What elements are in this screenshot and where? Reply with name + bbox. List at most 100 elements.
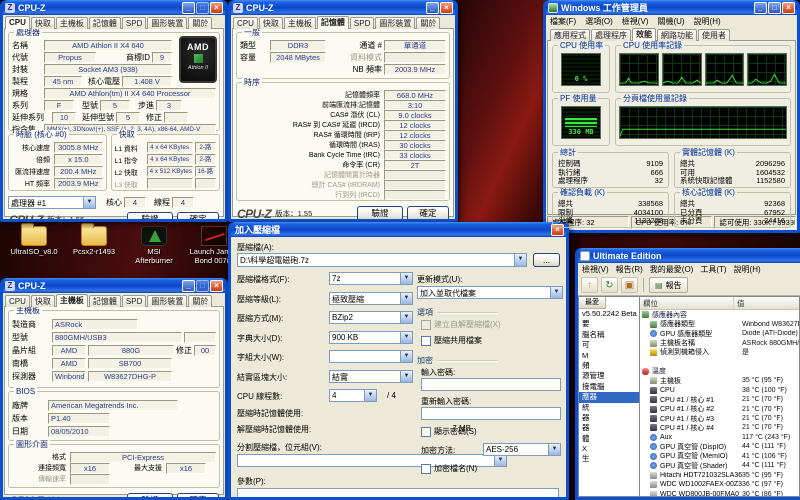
validate-button[interactable]: 驗證: [127, 493, 173, 497]
menu-item[interactable]: 檢視(V): [622, 16, 649, 27]
menu-item[interactable]: 說明(H): [734, 264, 761, 275]
sensor-row[interactable]: GPU 真空管 (MemIO) 41 °C (106 °F): [640, 452, 799, 461]
list-header[interactable]: 欄位 值: [640, 297, 799, 310]
sensor-row[interactable]: CPU #1 / 核心 #4 21 °C (70 °F): [640, 423, 799, 432]
tab[interactable]: 處理程序: [591, 29, 631, 41]
toolbar-back-icon[interactable]: ↑: [581, 277, 598, 293]
nav-tree-item[interactable]: M: [579, 351, 639, 361]
word-size-combo[interactable]: ▼: [329, 350, 413, 363]
tab[interactable]: CPU: [5, 16, 30, 29]
ok-button[interactable]: 確定: [407, 206, 449, 219]
tab[interactable]: 記憶體: [316, 16, 349, 29]
tab[interactable]: SPD: [121, 295, 147, 307]
tab[interactable]: SPD: [349, 17, 375, 29]
tab[interactable]: 應用程式: [550, 29, 590, 41]
sensor-row[interactable]: 感應器內容: [640, 310, 799, 319]
encrypt-names-checkbox[interactable]: 加密檔名(N): [421, 463, 477, 474]
validate-button[interactable]: 驗證: [127, 212, 173, 219]
nav-tree-item[interactable]: 應器: [579, 392, 639, 403]
menu-item[interactable]: 報告(R): [616, 264, 643, 275]
sensor-row[interactable]: CPU #1 / 核心 #2 21 °C (70 °F): [640, 404, 799, 413]
dictionary-size-combo[interactable]: 900 KB ▼: [329, 331, 413, 344]
close-button[interactable]: ×: [782, 1, 795, 14]
sensor-row[interactable]: CPU #1 / 核心 #1 21 °C (70 °F): [640, 395, 799, 404]
column-field[interactable]: 欄位: [640, 297, 734, 309]
tab[interactable]: 使用者: [698, 29, 730, 41]
sensor-row[interactable]: Hitachi HDT721032SLA360 35 °C (95 °F): [640, 470, 799, 479]
toolbar-refresh-icon[interactable]: ↻: [601, 277, 618, 293]
tab[interactable]: 快取: [258, 17, 283, 29]
encryption-method-combo[interactable]: AES-256 ▼: [483, 443, 561, 456]
nav-tree-item[interactable]: 可: [579, 340, 639, 350]
toolbar-users-icon[interactable]: ▣: [621, 277, 638, 293]
nav-tree-item[interactable]: 器: [579, 413, 639, 423]
titlebar[interactable]: Ultimate Edition: [578, 248, 800, 263]
tab[interactable]: 關於: [416, 17, 441, 29]
nav-tree-item[interactable]: 體: [579, 434, 639, 444]
tab[interactable]: CPU: [233, 17, 258, 29]
maximize-button[interactable]: □: [196, 279, 209, 292]
tab[interactable]: 效能: [632, 28, 656, 41]
titlebar[interactable]: Z CPU-Z _ □ ×: [3, 0, 225, 15]
nav-tree-item[interactable]: 要: [579, 319, 639, 329]
menu-item[interactable]: 關機(U): [657, 16, 684, 27]
solid-block-combo[interactable]: 結實 ▼: [329, 370, 413, 383]
minimize-button[interactable]: _: [426, 1, 439, 14]
tab[interactable]: 記憶體: [88, 17, 121, 29]
report-button[interactable]: ▤ 報告: [649, 277, 688, 293]
nav-tree-item[interactable]: 生: [579, 454, 639, 464]
close-button[interactable]: ×: [210, 279, 223, 292]
desktop-icon[interactable]: UltraISO_v8.0: [8, 223, 60, 265]
nav-tree-item[interactable]: 源管理: [579, 371, 639, 381]
tab[interactable]: 網路功能: [657, 29, 697, 41]
archive-format-combo[interactable]: 7z ▼: [329, 272, 413, 285]
update-mode-combo[interactable]: 加入並取代檔案 ▼: [417, 286, 563, 299]
maximize-button[interactable]: □: [768, 1, 781, 14]
sensor-row[interactable]: CPU 38 °C (100 °F): [640, 386, 799, 395]
tab[interactable]: SPD: [121, 17, 147, 29]
titlebar[interactable]: Z CPU-Z _ ×: [231, 0, 455, 15]
nav-tree-item[interactable]: 頻: [579, 361, 639, 371]
cpu-threads-combo[interactable]: 4 ▼: [329, 389, 377, 402]
ok-button[interactable]: 確定: [177, 493, 219, 497]
nav-tree-item[interactable]: 器: [579, 423, 639, 433]
sensor-row[interactable]: 感應器類型 Winbond W83627DHG: [640, 319, 799, 328]
tab[interactable]: 快取: [30, 295, 55, 307]
show-password-checkbox[interactable]: 顯示密碼(S): [421, 426, 477, 437]
compression-method-combo[interactable]: BZip2 ▼: [329, 311, 413, 324]
tab[interactable]: 快取: [30, 17, 55, 29]
password-input[interactable]: [421, 378, 561, 391]
titlebar[interactable]: Windows 工作管理員 _ □ ×: [546, 0, 797, 15]
sensor-row[interactable]: 主機板 35 °C (95 °F): [640, 376, 799, 385]
sensor-row[interactable]: WDC WD1002FAEX-00Z3A0 36 °C (97 °F): [640, 480, 799, 489]
sensor-row[interactable]: CPU #1 / 核心 #3 21 °C (70 °F): [640, 414, 799, 423]
sensor-row[interactable]: Aux 117 °C (243 °F): [640, 433, 799, 442]
sensor-row[interactable]: GPU 感應器類型 Diode (ATI-Diode): [640, 329, 799, 338]
compression-level-combo[interactable]: 極致壓縮 ▼: [329, 292, 413, 305]
tab[interactable]: 關於: [188, 295, 213, 307]
column-value[interactable]: 值: [734, 297, 799, 309]
tab[interactable]: 主機板: [55, 17, 88, 29]
compress-shared-checkbox[interactable]: 壓縮共用檔案: [421, 335, 482, 346]
tab[interactable]: 圖形裝置: [147, 17, 188, 29]
nav-tree-item[interactable]: X: [579, 444, 639, 454]
tab[interactable]: 主機板: [55, 294, 88, 307]
close-button[interactable]: ×: [210, 1, 223, 14]
favorites-tab[interactable]: 最愛: [579, 297, 606, 309]
nav-tree-item[interactable]: v5.50.2242 Beta: [579, 309, 639, 319]
tab[interactable]: CPU: [5, 295, 30, 307]
sensor-row[interactable]: GPU 真空管 (DispIO) 44 °C (111 °F): [640, 442, 799, 451]
tab[interactable]: 圖形裝置: [375, 17, 416, 29]
password-confirm-input[interactable]: [421, 407, 561, 420]
tab[interactable]: 圖形裝置: [147, 295, 188, 307]
sensor-row[interactable]: 偵測到機箱侵入 是: [640, 348, 799, 357]
minimize-button[interactable]: _: [182, 1, 195, 14]
ok-button[interactable]: 確定: [177, 212, 219, 219]
archive-name-combo[interactable]: D:\科學超電磁砲.7z ▼: [237, 253, 527, 267]
processor-select[interactable]: 處理器 #1 ▼: [8, 196, 96, 209]
titlebar[interactable]: Z CPU-Z _ □ ×: [3, 278, 225, 293]
minimize-button[interactable]: _: [182, 279, 195, 292]
sensor-row[interactable]: WDC WD800JB-00FMA0 30 °C (86 °F): [640, 489, 799, 496]
validate-button[interactable]: 驗證: [357, 206, 403, 219]
menu-item[interactable]: 說明(H): [694, 16, 721, 27]
